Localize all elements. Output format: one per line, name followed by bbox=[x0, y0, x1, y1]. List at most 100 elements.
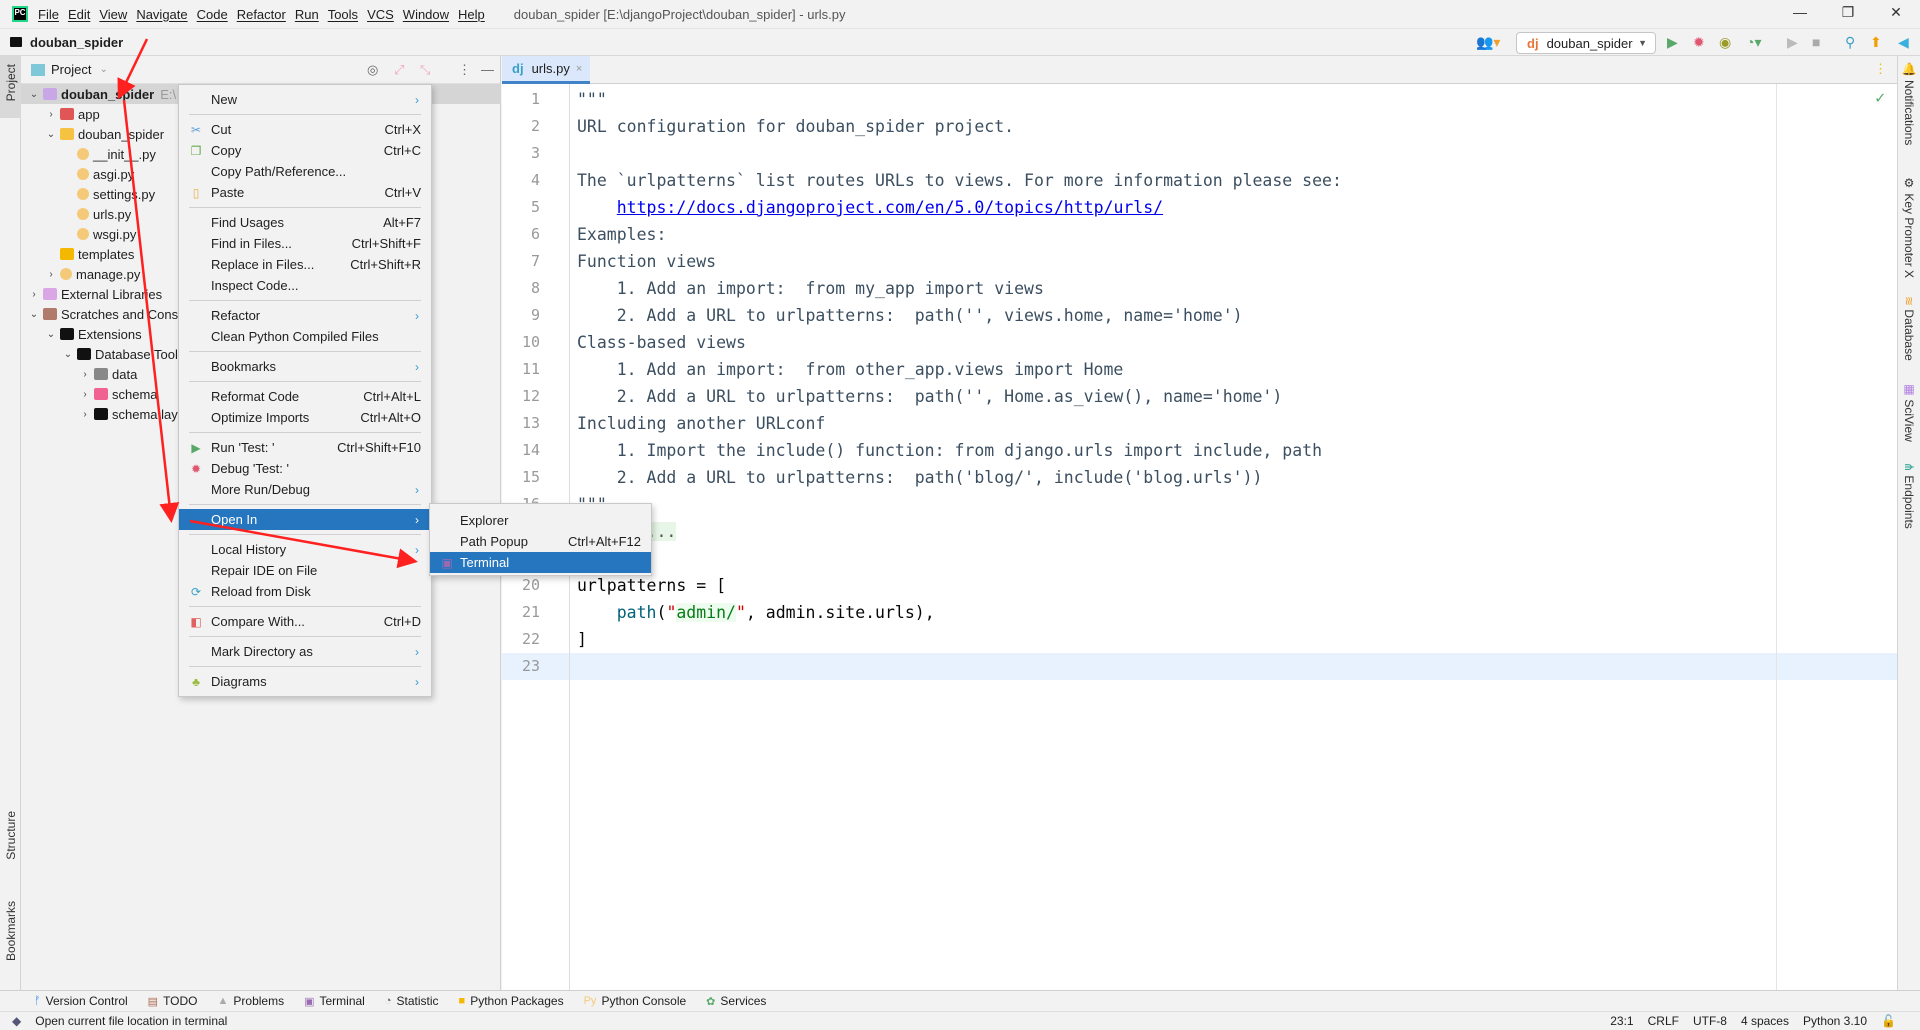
code-line[interactable]: 22] bbox=[502, 626, 1897, 653]
code-area[interactable]: 1 """ 2 URL configuration for douban_spider… bbox=[502, 84, 1897, 990]
sciview-tool-button[interactable]: ▦ SciView bbox=[1902, 382, 1916, 442]
chevron-down-icon[interactable]: ⌄ bbox=[44, 329, 58, 340]
minimize-button[interactable]: — bbox=[1790, 4, 1810, 20]
menu-view[interactable]: View bbox=[99, 7, 127, 22]
chevron-down-icon[interactable]: ⌄ bbox=[44, 129, 58, 140]
project-tool-button[interactable]: Project bbox=[4, 64, 18, 101]
file-encoding[interactable]: UTF-8 bbox=[1693, 1014, 1727, 1028]
code-line[interactable]: 17import ... bbox=[502, 518, 1897, 545]
menu-item-more-run-debug[interactable]: More Run/Debug › bbox=[179, 479, 431, 500]
code-line[interactable]: 6 Examples: bbox=[502, 221, 1897, 248]
database-tool-button[interactable]: ≋ Database bbox=[1902, 296, 1916, 361]
chevron-right-icon[interactable]: › bbox=[44, 269, 58, 280]
key-promoter-tool-button[interactable]: ⚙ Key Promoter X bbox=[1902, 176, 1916, 278]
chevron-down-icon[interactable]: ⌄ bbox=[61, 349, 75, 360]
menu-item-compare-with[interactable]: ◧ Compare With... Ctrl+D bbox=[179, 611, 431, 632]
menu-item-new[interactable]: New › bbox=[179, 89, 431, 110]
menu-item-refactor[interactable]: Refactor › bbox=[179, 305, 431, 326]
code-line[interactable]: 9 2. Add a URL to urlpatterns: path('', … bbox=[502, 302, 1897, 329]
code-line[interactable]: 20 urlpatterns = [ bbox=[502, 572, 1897, 599]
menu-item-reload-from-disk[interactable]: ⟳ Reload from Disk bbox=[179, 581, 431, 602]
menu-item-copy[interactable]: ❐ Copy Ctrl+C bbox=[179, 140, 431, 161]
update-icon[interactable]: ⬆ bbox=[1870, 34, 1882, 51]
menu-run[interactable]: Run bbox=[295, 7, 319, 22]
chevron-right-icon[interactable]: › bbox=[78, 369, 92, 380]
menu-item-find-in-files[interactable]: Find in Files... Ctrl+Shift+F bbox=[179, 233, 431, 254]
menu-refactor[interactable]: Refactor bbox=[237, 7, 286, 22]
chevron-down-icon[interactable]: ⌄ bbox=[27, 309, 41, 320]
code-line[interactable]: 19 bbox=[502, 545, 1897, 572]
chevron-down-icon[interactable]: ⌄ bbox=[99, 64, 107, 75]
code-line[interactable]: 4 The `urlpatterns` list routes URLs to v… bbox=[502, 167, 1897, 194]
code-line[interactable]: 10 Class-based views bbox=[502, 329, 1897, 356]
profile-icon[interactable]: ◔▾ bbox=[1746, 34, 1761, 51]
caret-position[interactable]: 23:1 bbox=[1610, 1014, 1633, 1028]
options-icon[interactable]: ⋮ bbox=[458, 62, 471, 78]
menu-item-repair-ide-on-file[interactable]: Repair IDE on File bbox=[179, 560, 431, 581]
menu-item-copy-path-reference[interactable]: Copy Path/Reference... bbox=[179, 161, 431, 182]
menu-edit[interactable]: Edit bbox=[68, 7, 90, 22]
tab-urls-py[interactable]: dj urls.py × bbox=[502, 56, 590, 84]
stop-icon[interactable]: ■ bbox=[1812, 34, 1820, 50]
menu-item-inspect-code[interactable]: Inspect Code... bbox=[179, 275, 431, 296]
debug-icon[interactable]: ✹ bbox=[1693, 34, 1705, 51]
menu-item-path-popup[interactable]: Path Popup Ctrl+Alt+F12 bbox=[430, 531, 651, 552]
code-line[interactable]: 23 bbox=[502, 653, 1897, 680]
menu-item-bookmarks[interactable]: Bookmarks › bbox=[179, 356, 431, 377]
code-line[interactable]: 14 1. Import the include() function: fro… bbox=[502, 437, 1897, 464]
code-line[interactable]: 13 Including another URLconf bbox=[502, 410, 1897, 437]
menu-item-mark-directory-as[interactable]: Mark Directory as › bbox=[179, 641, 431, 662]
menu-file[interactable]: File bbox=[38, 7, 59, 22]
notifications-tool-button[interactable]: 🔔 Notifications bbox=[1902, 62, 1916, 145]
collapse-all-icon[interactable]: ⤡ bbox=[420, 62, 430, 78]
chevron-right-icon[interactable]: › bbox=[78, 389, 92, 400]
editor-options-icon[interactable]: ⋮ bbox=[1874, 61, 1887, 77]
close-button[interactable]: ✕ bbox=[1886, 4, 1906, 21]
structure-tool-button[interactable]: Structure bbox=[4, 811, 18, 860]
tool-terminal[interactable]: ▣ Terminal bbox=[304, 994, 365, 1008]
menu-item-cut[interactable]: ✂ Cut Ctrl+X bbox=[179, 119, 431, 140]
breadcrumb-project[interactable]: douban_spider bbox=[30, 35, 123, 50]
python-interpreter[interactable]: Python 3.10 bbox=[1803, 1014, 1867, 1028]
menu-item-debug-test[interactable]: ✹ Debug 'Test: ' bbox=[179, 458, 431, 479]
indent-setting[interactable]: 4 spaces bbox=[1741, 1014, 1789, 1028]
code-line[interactable]: 12 2. Add a URL to urlpatterns: path('',… bbox=[502, 383, 1897, 410]
menu-item-explorer[interactable]: Explorer bbox=[430, 510, 651, 531]
menu-code[interactable]: Code bbox=[197, 7, 228, 22]
chevron-right-icon[interactable]: › bbox=[44, 109, 58, 120]
code-line[interactable]: 11 1. Add an import: from other_app.view… bbox=[502, 356, 1897, 383]
bookmarks-tool-button[interactable]: Bookmarks bbox=[4, 901, 18, 961]
run-config-selector[interactable]: dj douban_spider ▼ bbox=[1516, 32, 1656, 54]
tool-version-control[interactable]: ᚠ Version Control bbox=[34, 994, 128, 1008]
tool-problems[interactable]: ▲ Problems bbox=[218, 994, 285, 1008]
endpoints-tool-button[interactable]: ⋔ Endpoints bbox=[1902, 462, 1916, 529]
resume-icon[interactable]: ▶ bbox=[1787, 34, 1798, 51]
project-view-selector[interactable]: Project bbox=[51, 62, 91, 77]
vcs-users-icon[interactable]: 👥▾ bbox=[1476, 34, 1500, 51]
run-icon[interactable]: ▶ bbox=[1667, 34, 1678, 51]
menu-vcs[interactable]: VCS bbox=[367, 7, 394, 22]
menu-help[interactable]: Help bbox=[458, 7, 485, 22]
line-separator[interactable]: CRLF bbox=[1648, 1014, 1679, 1028]
tool-todo[interactable]: ▤ TODO bbox=[148, 994, 198, 1008]
code-line[interactable]: 5 https://docs.djangoproject.com/en/5.0/… bbox=[502, 194, 1897, 221]
code-line[interactable]: 2 URL configuration for douban_spider pro… bbox=[502, 113, 1897, 140]
doc-link[interactable]: https://docs.djangoproject.com/en/5.0/to… bbox=[617, 198, 1163, 217]
hide-icon[interactable]: — bbox=[481, 62, 494, 77]
close-tab-icon[interactable]: × bbox=[576, 63, 582, 75]
code-line[interactable]: 1 """ bbox=[502, 86, 1897, 113]
menu-item-paste[interactable]: ▯ Paste Ctrl+V bbox=[179, 182, 431, 203]
expand-all-icon[interactable]: ⤢ bbox=[394, 62, 404, 78]
code-line[interactable]: 15 2. Add a URL to urlpatterns: path('bl… bbox=[502, 464, 1897, 491]
code-with-me-icon[interactable]: ◀ bbox=[1898, 34, 1909, 51]
menu-item-run-test[interactable]: ▶ Run 'Test: ' Ctrl+Shift+F10 bbox=[179, 437, 431, 458]
tool-statistic[interactable]: ◔ Statistic bbox=[385, 994, 439, 1008]
search-icon[interactable]: ⚲ bbox=[1845, 34, 1855, 51]
tool-python-packages[interactable]: ■ Python Packages bbox=[459, 994, 564, 1008]
restore-button[interactable]: ❐ bbox=[1838, 4, 1858, 21]
chevron-right-icon[interactable]: › bbox=[78, 409, 92, 420]
menu-tools[interactable]: Tools bbox=[328, 7, 358, 22]
menu-item-terminal[interactable]: ▣ Terminal bbox=[430, 552, 651, 573]
chevron-right-icon[interactable]: › bbox=[27, 289, 41, 300]
code-line[interactable]: 8 1. Add an import: from my_app import v… bbox=[502, 275, 1897, 302]
